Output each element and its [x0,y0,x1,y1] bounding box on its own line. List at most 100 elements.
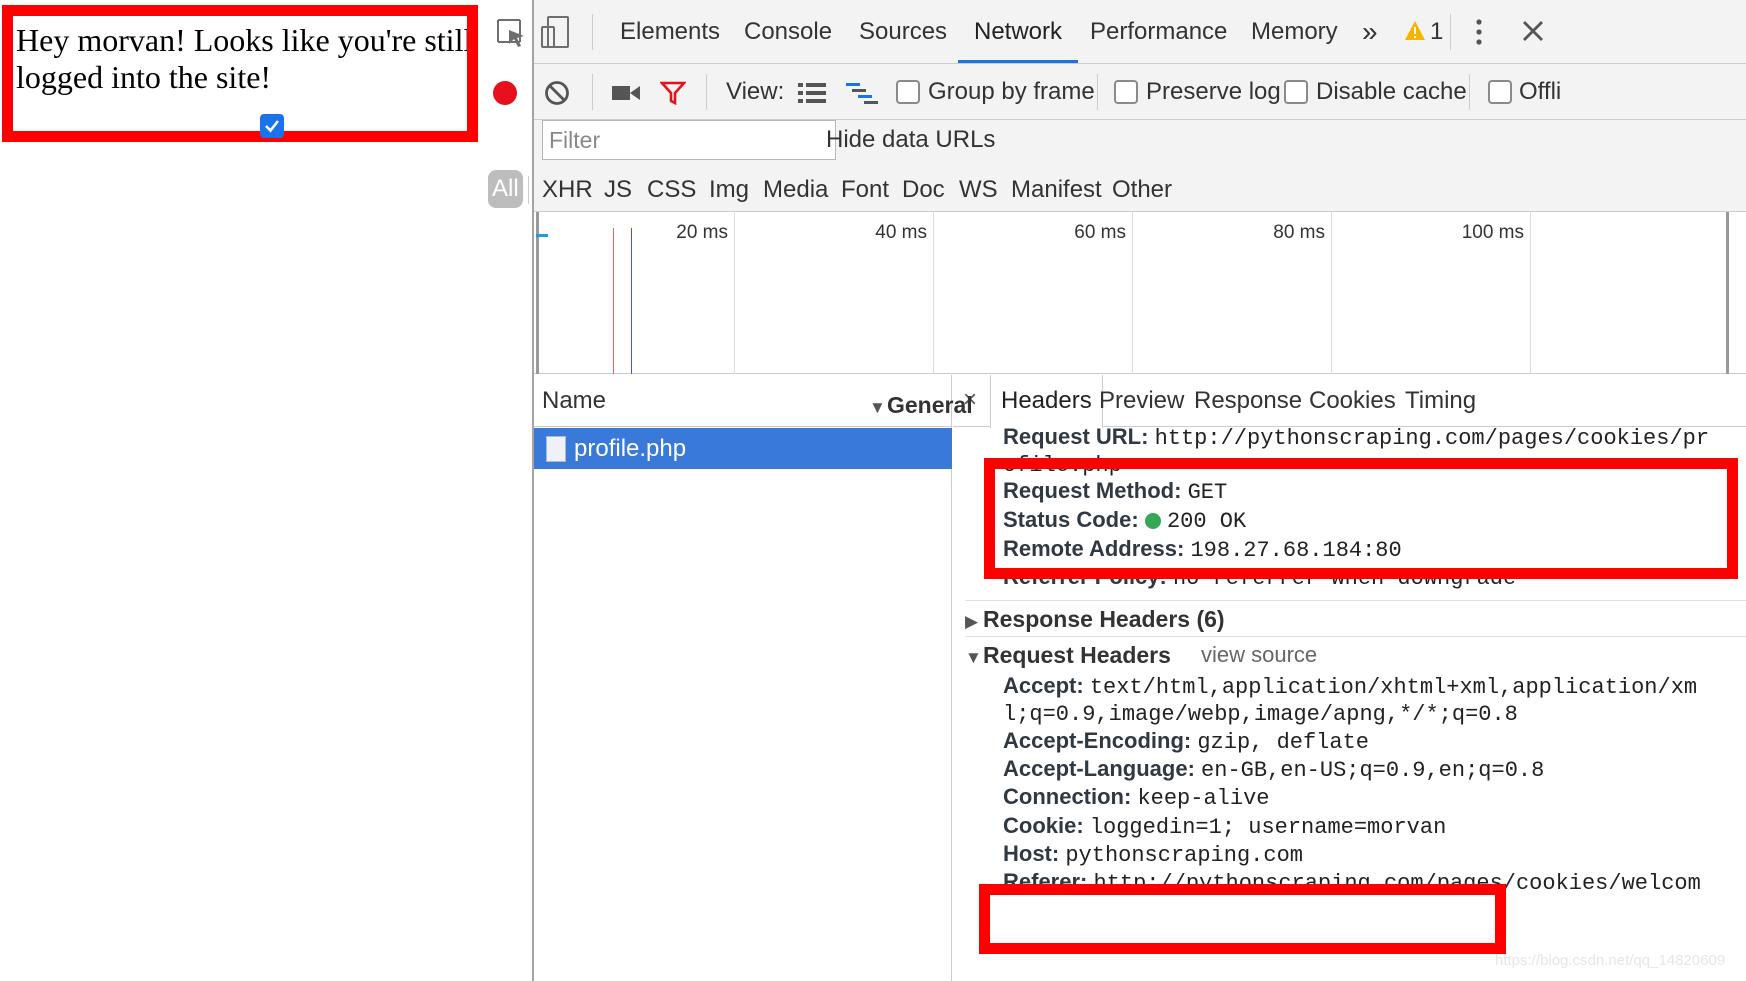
rendered-page: Hey morvan! Looks like you're still logg… [0,0,534,981]
timeline-gridline [933,212,934,374]
warning-count[interactable]: 1 [1430,0,1443,64]
disable-cache-label[interactable]: Disable cache [1316,64,1467,120]
network-toolbar: View: Group by frame Preserve log Disabl… [493,64,1746,120]
detail-tab-preview[interactable]: Preview [1099,375,1184,427]
timeline-gridline [1132,212,1133,374]
detail-tab-timing[interactable]: Timing [1405,375,1476,427]
type-filter-css[interactable]: CSS [647,168,696,212]
type-filter-js[interactable]: JS [604,168,632,212]
request-url-value-1: http://pythonscraping.com/pages/cookies/… [1154,426,1710,451]
header-request-url-wrap: ofile.php [1003,450,1122,480]
clear-icon[interactable] [544,80,570,106]
section-response-headers-title: Response Headers (6) [983,606,1225,632]
tab-network[interactable]: Network [958,0,1079,63]
section-general-title: General [887,392,973,418]
timeline-gridline [1530,212,1531,374]
record-icon[interactable] [492,80,518,106]
resource-type-filter: All XHR JS CSS Img Media Font Doc WS Man… [488,168,1746,212]
referer-value: http://pythonscraping.com/pages/cookies/… [1093,871,1701,896]
close-devtools-icon[interactable] [1522,20,1544,42]
offline-label[interactable]: Offli [1519,64,1561,120]
section-request-headers[interactable]: ▼Request Headers [965,642,1171,669]
timeline-tick-60ms: 60 ms [1074,222,1126,243]
request-bar [536,234,548,237]
kebab-menu-icon[interactable] [1474,18,1484,46]
accept-encoding-key: Accept-Encoding: [1003,728,1192,753]
tab-memory[interactable]: Memory [1251,0,1338,63]
toolbar-divider [592,74,593,110]
more-tabs-icon[interactable]: » [1362,0,1378,63]
header-status-code: Status Code: 200 OK [1003,506,1246,536]
cookie-value: loggedin=1; username=morvan [1089,815,1447,840]
status-code-key: Status Code: [1003,507,1139,532]
request-method-key: Request Method: [1003,478,1182,503]
detail-tab-headers[interactable]: Headers [990,375,1103,428]
type-filter-xhr[interactable]: XHR [542,168,593,212]
tab-performance[interactable]: Performance [1090,0,1227,63]
accept-language-key: Accept-Language: [1003,756,1195,781]
remote-address-value: 198.27.68.184:80 [1190,538,1402,563]
screenshot-camera-icon[interactable] [612,84,640,102]
type-filter-manifest[interactable]: Manifest [1011,168,1102,212]
request-method-value: GET [1187,480,1228,505]
header-request-method: Request Method: GET [1003,477,1227,507]
accept-value-2: l;q=0.9,image/webp,image/apng,*/*;q=0.8 [1003,702,1518,727]
expanded-triangle-icon: ▼ [965,648,982,667]
disable-cache-checkbox[interactable] [1284,80,1308,104]
filter-input[interactable] [542,120,836,160]
section-request-headers-title: Request Headers [983,642,1171,668]
header-accept: Accept: text/html,application/xhtml+xml,… [1003,672,1697,702]
tab-console[interactable]: Console [744,0,832,63]
detail-tab-cookies[interactable]: Cookies [1309,375,1396,427]
section-response-headers[interactable]: ▶ Response Headers (6) [965,606,1225,633]
device-toolbar-icon[interactable] [538,15,572,49]
timeline-tick-100ms: 100 ms [1461,222,1524,243]
hide-data-urls-label[interactable]: Hide data URLs [826,112,995,168]
view-source-link[interactable]: view source [1201,642,1317,668]
waterfall-view-icon[interactable] [846,82,878,104]
section-general[interactable]: ▼General [869,392,973,419]
request-detail-pane: × Headers Preview Response Cookies Timin… [869,375,1746,981]
accept-language-value: en-GB,en-US;q=0.9,en;q=0.8 [1201,758,1545,783]
remote-address-key: Remote Address: [1003,536,1185,561]
toolbar-divider [592,14,593,50]
tab-sources[interactable]: Sources [859,0,947,63]
status-ok-dot-icon [1144,513,1161,530]
header-host: Host: pythonscraping.com [1003,840,1303,870]
type-filter-img[interactable]: Img [709,168,749,212]
warning-icon[interactable] [1404,20,1426,42]
detail-tab-response[interactable]: Response [1194,375,1302,427]
type-filter-all[interactable]: All [488,170,523,208]
type-filter-doc[interactable]: Doc [902,168,945,212]
header-cookie: Cookie: loggedin=1; username=morvan [1003,812,1446,842]
header-remote-address: Remote Address: 198.27.68.184:80 [1003,535,1402,565]
request-url-key: Request URL: [1003,424,1149,449]
inspect-element-icon[interactable] [494,16,528,50]
type-filter-other[interactable]: Other [1112,168,1172,212]
status-code-value: 200 OK [1166,509,1247,534]
filter-funnel-icon[interactable] [660,81,686,105]
type-filter-font[interactable]: Font [841,168,889,212]
devtools-panel: Elements Console Sources Network Perform… [260,0,1746,981]
type-filter-ws[interactable]: WS [959,168,998,212]
checkmark-icon [265,120,280,133]
timeline-end-handle[interactable] [1726,212,1729,374]
referrer-policy-value: no-referrer-when-downgrade [1172,566,1517,591]
group-by-frame-checkbox[interactable] [896,80,920,104]
type-filter-media[interactable]: Media [763,168,828,212]
watermark: https://blog.csdn.net/qq_14820609 [1495,952,1726,969]
section-divider [965,636,1746,637]
hide-data-urls-checkbox[interactable] [260,114,284,138]
preserve-log-label[interactable]: Preserve log [1146,64,1281,120]
dom-content-loaded-marker [631,228,632,374]
referrer-policy-key: Referrer Policy: [1003,564,1167,589]
tab-elements[interactable]: Elements [620,0,720,63]
offline-checkbox[interactable] [1488,80,1512,104]
timeline-tick-80ms: 80 ms [1273,222,1325,243]
request-name: profile.php [574,435,687,462]
toolbar-divider [706,74,707,110]
preserve-log-checkbox[interactable] [1114,80,1138,104]
request-row[interactable]: profile.php [534,428,952,469]
list-view-icon[interactable] [798,82,826,104]
timeline-overview[interactable]: 20 ms 40 ms 60 ms 80 ms 100 ms [534,212,1746,374]
